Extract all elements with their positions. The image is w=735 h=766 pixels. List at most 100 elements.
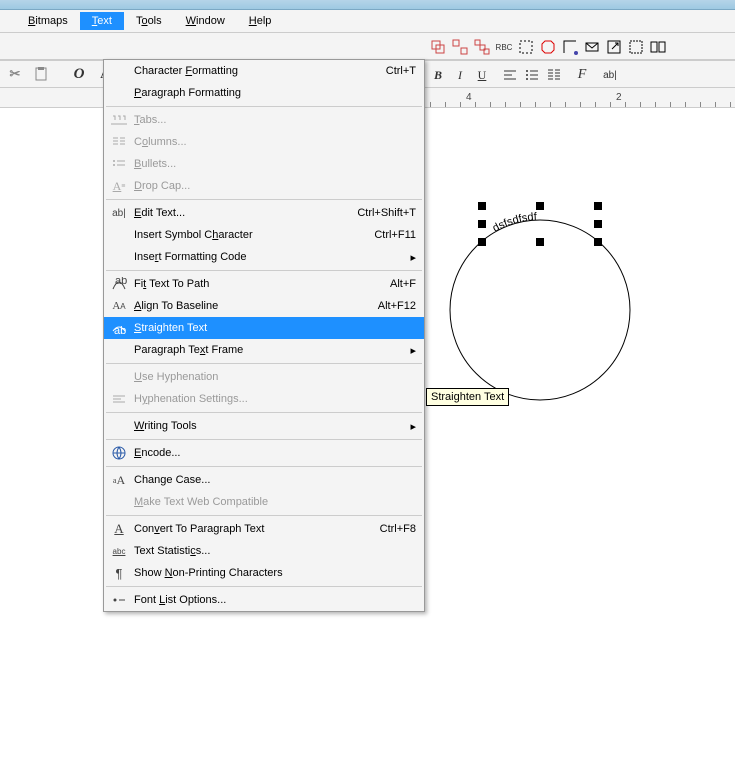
menu-item-convert-to-paragraph-text[interactable]: AConvert To Paragraph TextCtrl+F8 (104, 518, 424, 540)
corner-icon[interactable] (560, 37, 580, 57)
menu-item-label: Hyphenation Settings... (130, 393, 416, 405)
menu-item-character-formatting[interactable]: Character FormattingCtrl+T (104, 60, 424, 82)
menu-item-label: Insert Symbol Character (130, 229, 332, 241)
menu-help[interactable]: Help (237, 12, 284, 30)
menu-item-insert-symbol-character[interactable]: Insert Symbol CharacterCtrl+F11 (104, 224, 424, 246)
menu-item-insert-formatting-code[interactable]: Insert Formatting Code▸ (104, 246, 424, 268)
submenu-arrow-icon: ▸ (406, 251, 416, 264)
ruler-tick (685, 102, 686, 107)
menu-item-label: Insert Formatting Code (130, 251, 406, 263)
selection-handle[interactable] (536, 202, 544, 210)
menu-item-edit-text[interactable]: ab|Edit Text...Ctrl+Shift+T (104, 202, 424, 224)
columns-icon[interactable] (544, 65, 564, 85)
menu-separator (106, 466, 422, 467)
menu-separator (106, 586, 422, 587)
selection-dashed-icon[interactable] (516, 37, 536, 57)
menu-item-straighten-text[interactable]: abStraighten Text (104, 317, 424, 339)
ruler-tick (550, 102, 551, 107)
bullet-icon (108, 592, 130, 608)
menu-item-shortcut: Alt+F (332, 278, 416, 290)
selection-handle[interactable] (478, 202, 486, 210)
abc-spellcheck-icon[interactable]: RBC (494, 37, 514, 57)
f-icon[interactable]: F (572, 65, 592, 85)
selection-handle[interactable] (594, 238, 602, 246)
ruler-mark-4: 4 (466, 92, 472, 103)
ruler-tick (580, 102, 581, 107)
selection-handle[interactable] (594, 202, 602, 210)
ruler-tick (445, 102, 446, 107)
menu-item-text-statistics[interactable]: abcText Statistics... (104, 540, 424, 562)
menu-separator (106, 439, 422, 440)
menu-item-hyphenation-settings: Hyphenation Settings... (104, 388, 424, 410)
menu-item-align-to-baseline[interactable]: AAAlign To BaselineAlt+F12 (104, 295, 424, 317)
menu-separator (106, 270, 422, 271)
menu-item-font-list-options[interactable]: Font List Options... (104, 589, 424, 611)
Aa-icon: AA (108, 298, 130, 314)
menu-item-label: Tabs... (130, 114, 416, 126)
align-icon[interactable] (500, 65, 520, 85)
cut-icon[interactable]: ✂ (4, 63, 26, 85)
menu-item-tabs: Tabs... (104, 109, 424, 131)
envelope-icon[interactable] (582, 37, 602, 57)
ungroup-icon[interactable] (450, 37, 470, 57)
blank-icon (108, 342, 130, 358)
selection-handle[interactable] (536, 238, 544, 246)
straighten-icon: ab (108, 320, 130, 336)
menu-item-label: Show Non-Printing Characters (130, 567, 416, 579)
text-menu-dropdown: Character FormattingCtrl+TParagraph Form… (103, 59, 425, 612)
menu-text[interactable]: Text (80, 12, 124, 30)
menu-separator (106, 106, 422, 107)
menu-item-fit-text-to-path[interactable]: abFit Text To PathAlt+F (104, 273, 424, 295)
selection-handle[interactable] (478, 220, 486, 228)
group-icon[interactable] (428, 37, 448, 57)
menu-tools[interactable]: Tools (124, 12, 174, 30)
menu-item-use-hyphenation: Use Hyphenation (104, 366, 424, 388)
menu-item-bullets: Bullets... (104, 153, 424, 175)
ruler-tick (670, 102, 671, 107)
blank-icon (108, 494, 130, 510)
dropcap-icon: A≡ (108, 178, 130, 194)
ruler-tick (715, 102, 716, 107)
menu-item-label: Use Hyphenation (130, 371, 416, 383)
dashed-rect-icon[interactable] (626, 37, 646, 57)
launch-icon[interactable] (604, 37, 624, 57)
menu-item-writing-tools[interactable]: Writing Tools▸ (104, 415, 424, 437)
ab-icon[interactable]: ab| (600, 65, 620, 85)
abc-icon: abc (108, 543, 130, 559)
menu-item-paragraph-text-frame[interactable]: Paragraph Text Frame▸ (104, 339, 424, 361)
hyph-icon (108, 391, 130, 407)
two-pane-icon[interactable] (648, 37, 668, 57)
menu-item-change-case[interactable]: aAChange Case... (104, 469, 424, 491)
ruler-mark-2: 2 (616, 92, 622, 103)
ab-icon: ab| (108, 205, 130, 221)
aA-icon: aA (108, 472, 130, 488)
clipboard-icon[interactable] (30, 63, 52, 85)
menu-item-shortcut: Alt+F12 (332, 300, 416, 312)
ungroup-all-icon[interactable] (472, 37, 492, 57)
menu-item-label: Align To Baseline (130, 300, 332, 312)
menu-window[interactable]: Window (174, 12, 237, 30)
blank-icon (108, 418, 130, 434)
submenu-arrow-icon: ▸ (406, 344, 416, 357)
menu-item-label: Convert To Paragraph Text (130, 523, 332, 535)
pilcrow-icon: ¶ (108, 565, 130, 581)
menu-bitmaps[interactable]: Bitmaps (16, 12, 80, 30)
list-icon[interactable] (522, 65, 542, 85)
menu-item-shortcut: Ctrl+F11 (332, 229, 416, 241)
italic-icon[interactable]: I (450, 65, 470, 85)
menu-item-label: Bullets... (130, 158, 416, 170)
menu-item-show-non-printing-characters[interactable]: ¶Show Non-Printing Characters (104, 562, 424, 584)
italic-o-icon[interactable]: O (68, 63, 90, 85)
menu-item-label: Columns... (130, 136, 416, 148)
octagon-icon[interactable] (538, 37, 558, 57)
menu-item-label: Straighten Text (130, 322, 416, 334)
bold-icon[interactable]: B (428, 65, 448, 85)
selection-handle[interactable] (594, 220, 602, 228)
menu-item-paragraph-formatting[interactable]: Paragraph Formatting (104, 82, 424, 104)
menu-item-label: Drop Cap... (130, 180, 416, 192)
selection-handle[interactable] (478, 238, 486, 246)
ruler-tick (655, 102, 656, 107)
curved-text[interactable]: dsfsdfsdf (491, 211, 538, 235)
underline-icon[interactable]: U (472, 65, 492, 85)
menu-item-encode[interactable]: Encode... (104, 442, 424, 464)
